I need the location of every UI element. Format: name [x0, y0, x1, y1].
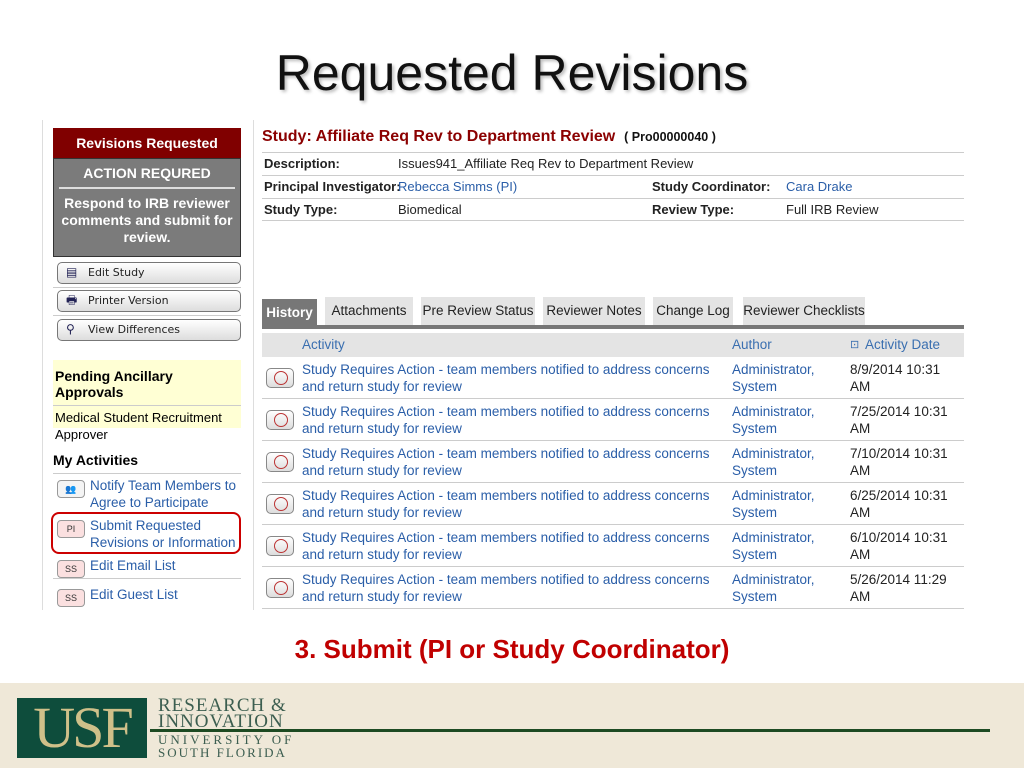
table-row: Study Requires Action - team members not… — [262, 525, 964, 567]
label: Study Coordinator: — [652, 179, 771, 194]
notify-team-members-link[interactable]: 👥 Notify Team Members to Agree to Partici… — [53, 477, 241, 511]
tab-pre-review-status[interactable]: Pre Review Status — [421, 297, 535, 325]
activity-link[interactable]: Study Requires Action - team members not… — [302, 361, 712, 395]
pending-item: Medical Student Recruitment Approver — [55, 410, 222, 442]
compare-icon: ⚲ — [66, 322, 75, 336]
table-row: Study Requires Action - team members not… — [262, 567, 964, 609]
activity-date: 8/9/2014 10:31 AM — [850, 362, 941, 394]
pending-ancillary-approvals: Pending Ancillary Approvals Medical Stud… — [53, 360, 241, 442]
study-summary: Study: Affiliate Req Rev to Department R… — [262, 128, 964, 221]
label: Review Type: — [652, 202, 735, 217]
label: Study Type: — [264, 202, 338, 217]
author: Administrator, System — [732, 572, 815, 604]
printer-version-button[interactable]: 🖶 Printer Version — [57, 290, 241, 312]
action-title: ACTION REQURED — [59, 159, 235, 189]
usf-logo: USF — [17, 698, 147, 758]
pi-link[interactable]: Rebecca Simms (PI) — [398, 176, 517, 198]
activity-date: 6/25/2014 10:31 AM — [850, 488, 948, 520]
pi-row: Principal Investigator: Rebecca Simms (PI… — [262, 175, 964, 198]
study-name: Study: Affiliate Req Rev to Department R… — [262, 128, 616, 145]
clock-icon — [266, 452, 294, 472]
edit-study-button[interactable]: ▤ Edit Study — [57, 262, 241, 284]
author: Administrator, System — [732, 404, 815, 436]
view-differences-button[interactable]: ⚲ View Differences — [57, 319, 241, 341]
activity-date: 6/10/2014 10:31 AM — [850, 530, 948, 562]
ss-badge: SS — [57, 589, 85, 607]
clock-icon — [266, 536, 294, 556]
label: Description: — [264, 156, 340, 171]
column-activity-date[interactable]: Activity Date — [865, 333, 940, 357]
left-panel: Revisions Requested ACTION REQURED Respo… — [42, 120, 254, 610]
activity-date: 7/25/2014 10:31 AM — [850, 404, 948, 436]
edit-guest-list-link[interactable]: SS Edit Guest List — [53, 586, 241, 607]
value: Biomedical — [398, 202, 462, 217]
button-label: View Differences — [88, 323, 181, 336]
team-icon: 👥 — [57, 480, 85, 498]
action-text: Respond to IRB reviewer comments and sub… — [61, 195, 233, 245]
slide-caption: 3. Submit (PI or Study Coordinator) — [294, 634, 730, 664]
study-title: Study: Affiliate Req Rev to Department R… — [262, 128, 964, 152]
clock-icon — [266, 578, 294, 598]
description-row: Description: Issues941_Affiliate Req Rev … — [262, 152, 964, 175]
activity-label: Notify Team Members to Agree to Particip… — [90, 478, 237, 510]
clock-icon — [266, 410, 294, 430]
value: Issues941_Affiliate Req Rev to Departmen… — [398, 156, 694, 171]
tab-attachments[interactable]: Attachments — [325, 297, 413, 325]
history-table: Activity Author ⊡ Activity Date Study Re… — [262, 333, 964, 609]
slide-title: Requested Revisions — [275, 45, 749, 101]
table-row: Study Requires Action - team members not… — [262, 483, 964, 525]
tab-reviewer-checklists[interactable]: Reviewer Checklists — [743, 297, 865, 325]
activity-date: 7/10/2014 10:31 AM — [850, 446, 948, 478]
label: Principal Investigator: — [264, 179, 401, 194]
divider — [53, 578, 241, 579]
sort-icon[interactable]: ⊡ — [850, 333, 859, 357]
table-row: Study Requires Action - team members not… — [262, 399, 964, 441]
printer-icon: 🖶 — [66, 293, 78, 307]
status-header: Revisions Requested — [53, 128, 241, 158]
author: Administrator, System — [732, 530, 815, 562]
table-row: Study Requires Action - team members not… — [262, 441, 964, 483]
ss-badge: SS — [57, 560, 85, 578]
action-required-box: ACTION REQURED Respond to IRB reviewer c… — [53, 158, 241, 257]
author: Administrator, System — [732, 488, 815, 520]
highlight-box — [51, 512, 241, 554]
activity-label: Edit Guest List — [90, 587, 178, 602]
divider — [53, 315, 241, 316]
clock-icon — [266, 494, 294, 514]
activity-link[interactable]: Study Requires Action - team members not… — [302, 487, 712, 521]
footer: USF RESEARCH & INNOVATION UNIVERSITY OF … — [0, 683, 1024, 768]
sc-link[interactable]: Cara Drake — [786, 176, 852, 198]
button-label: Printer Version — [88, 294, 169, 307]
activity-link[interactable]: Study Requires Action - team members not… — [302, 571, 712, 605]
button-label: Edit Study — [88, 266, 145, 279]
activity-link[interactable]: Study Requires Action - team members not… — [302, 403, 712, 437]
type-row: Study Type: Biomedical Review Type: Full IR… — [262, 198, 964, 221]
column-author[interactable]: Author — [732, 333, 772, 357]
clock-icon — [266, 368, 294, 388]
activity-label: Edit Email List — [90, 558, 176, 573]
table-header: Activity Author ⊡ Activity Date — [262, 333, 964, 357]
tab-reviewer-notes[interactable]: Reviewer Notes — [543, 297, 645, 325]
form-icon: ▤ — [66, 265, 78, 279]
study-id: ( Pro00000040 ) — [624, 130, 716, 144]
table-row: Study Requires Action - team members not… — [262, 357, 964, 399]
divider — [53, 287, 241, 288]
pending-title: Pending Ancillary Approvals — [53, 360, 241, 406]
author: Administrator, System — [732, 362, 815, 394]
activity-link[interactable]: Study Requires Action - team members not… — [302, 445, 712, 479]
value: Full IRB Review — [786, 202, 879, 217]
activity-link[interactable]: Study Requires Action - team members not… — [302, 529, 712, 563]
tab-bar: History Attachments Pre Review Status Re… — [262, 297, 964, 329]
column-activity[interactable]: Activity — [302, 333, 345, 357]
tab-history[interactable]: History — [262, 299, 317, 329]
my-activities-title: My Activities — [53, 452, 139, 468]
logo-text: SOUTH FLORIDA — [158, 745, 287, 760]
activity-date: 5/26/2014 11:29 AM — [850, 572, 947, 604]
tab-change-log[interactable]: Change Log — [653, 297, 733, 325]
edit-email-list-link[interactable]: SS Edit Email List — [53, 557, 241, 578]
author: Administrator, System — [732, 446, 815, 478]
divider — [53, 473, 241, 474]
